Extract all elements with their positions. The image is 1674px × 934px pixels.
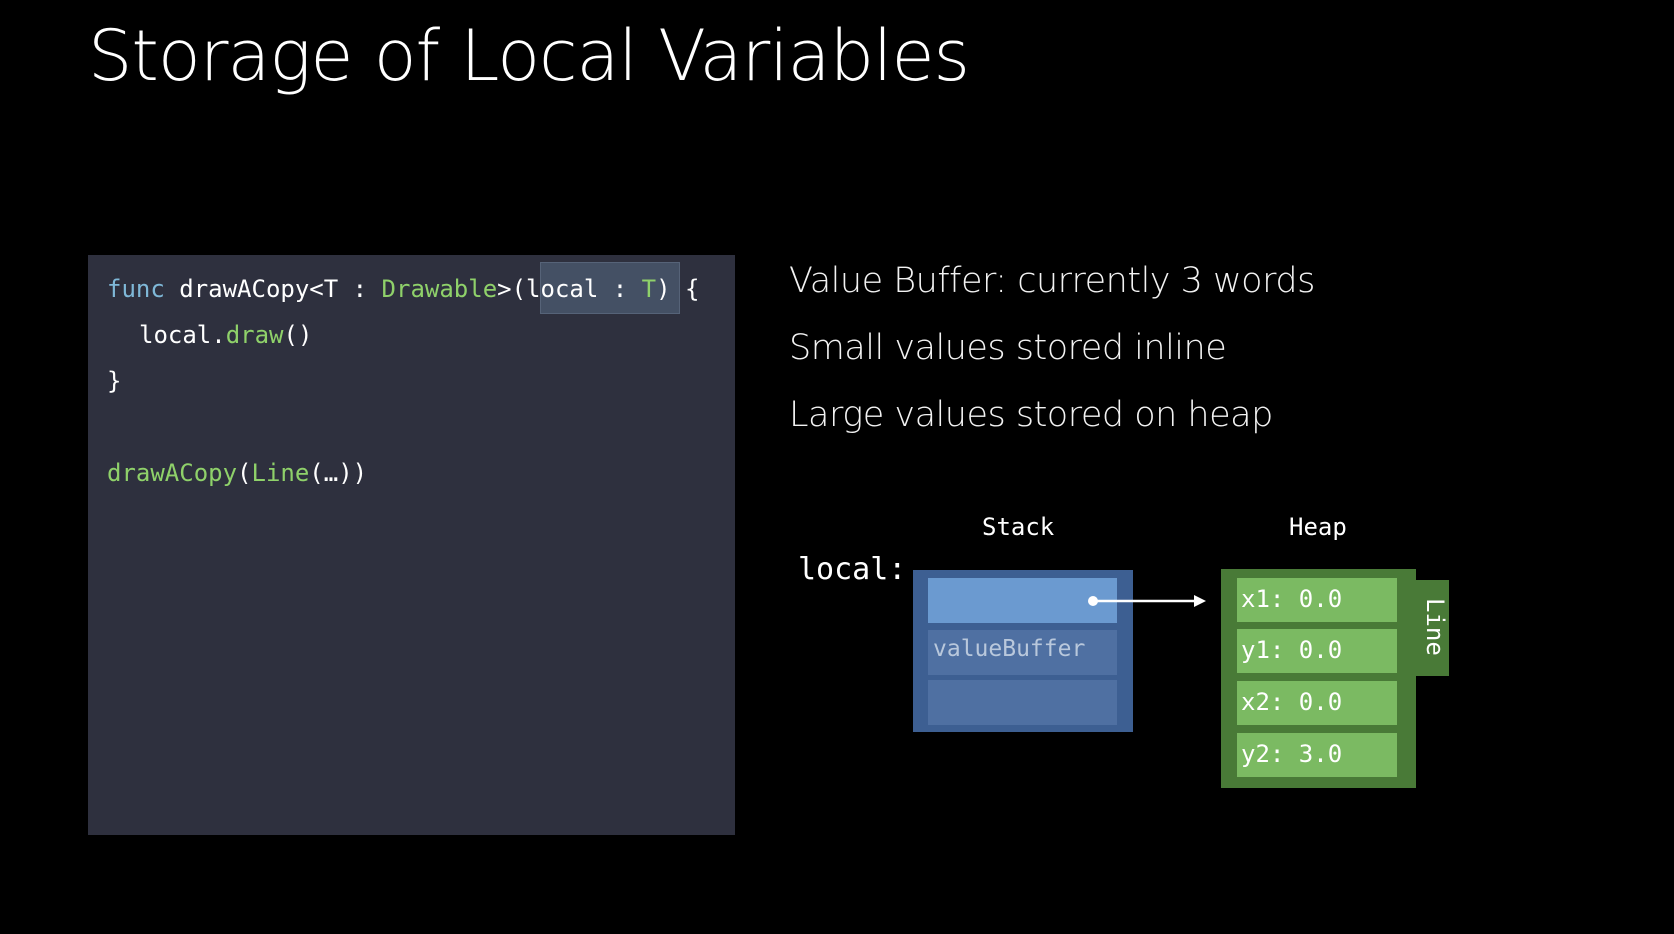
arrow-head xyxy=(1194,595,1206,607)
pointer-arrow xyxy=(1088,595,1206,607)
